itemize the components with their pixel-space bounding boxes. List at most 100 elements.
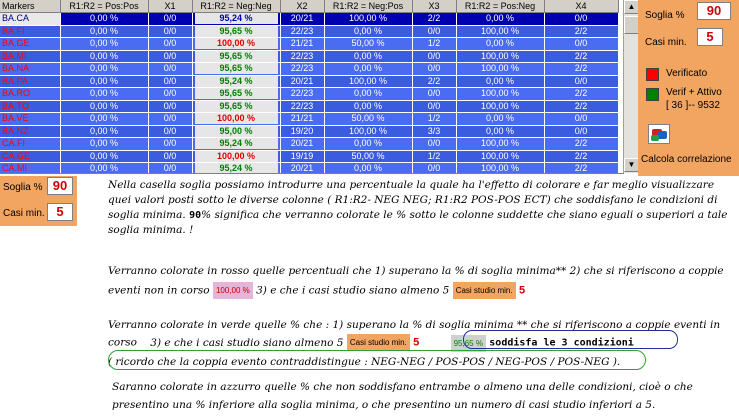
doc-line: eventi non in corso 100,00 % 3) e che i … — [108, 282, 724, 299]
value-cell: 100,00 % — [192, 112, 281, 126]
calcola-correlazione-button[interactable]: Calcola correlazione — [641, 154, 732, 165]
column-header[interactable]: X4 — [544, 0, 619, 13]
value-cell: 2/2 — [544, 87, 619, 101]
doc-line: Nella casella soglia possiamo introdurre… — [108, 179, 715, 191]
value-cell: 95,24 % — [192, 12, 281, 26]
value-cell: 2/2 — [544, 100, 619, 113]
column-header[interactable]: X2 — [280, 0, 325, 13]
table-row[interactable]: BA.PA 0,00 % 0/0 95,24 % 20/21 100,00 % 2/2 0,0… — [0, 75, 619, 88]
value-cell: 20/21 — [280, 75, 325, 88]
column-header[interactable]: R1:R2 = Neg:Neg — [192, 0, 281, 13]
doc-soglia-value: 90 — [189, 210, 202, 221]
value-cell: 0,00 % — [60, 50, 149, 63]
highlighted-percent: 100,00 % — [194, 113, 278, 125]
doc-text: corso — [108, 336, 137, 349]
value-cell: 100,00 % — [324, 125, 413, 138]
column-header[interactable]: Markers — [0, 0, 61, 13]
table-row[interactable]: BA.TO 0,00 % 0/0 95,65 % 22/23 0,00 % 0/0 100,0… — [0, 100, 619, 113]
value-cell: 20/21 — [280, 137, 325, 151]
value-cell: 2/2 — [544, 25, 619, 38]
results-grid[interactable]: Markers R1:R2 = Pos:Pos X1 R1:R2 = Neg:Neg X… — [0, 0, 624, 174]
value-cell: 22/23 — [280, 87, 325, 101]
table-row[interactable]: BA.GE 0,00 % 0/0 100,00 % 21/21 50,00 % 1/2 0,0… — [0, 37, 619, 51]
highlighted-percent: 95,24 % — [194, 138, 278, 150]
value-cell: 0,00 % — [60, 25, 149, 38]
value-cell: 0/0 — [412, 87, 457, 101]
value-cell: 95,65 % — [192, 50, 281, 63]
table-row[interactable]: CA.MI 0,00 % 0/0 95,24 % 20/21 0,00 % 0/0 100,0… — [0, 162, 619, 173]
value-cell: 0/0 — [148, 87, 193, 101]
scroll-up-arrow-icon[interactable]: ▲ — [624, 0, 639, 14]
marker-cell: BA.GE — [0, 37, 61, 51]
marker-cell: BA.FI — [0, 25, 61, 38]
table-row[interactable]: CA.FI 0,00 % 0/0 95,24 % 20/21 0,00 % 0/0 100,0… — [0, 137, 619, 151]
value-cell: 0,00 % — [60, 137, 149, 151]
soglia-input-copy: 90 — [47, 177, 73, 195]
scroll-thumb[interactable] — [624, 16, 639, 34]
value-cell: 0/0 — [148, 150, 193, 163]
column-header[interactable]: X1 — [148, 0, 193, 13]
value-cell: 95,65 % — [192, 62, 281, 76]
table-row[interactable]: CA.GE 0,00 % 0/0 100,00 % 19/19 50,00 % 1/2 100… — [0, 150, 619, 163]
doc-line: Verranno colorate in rosso quelle percen… — [108, 265, 724, 277]
header-row: Markers R1:R2 = Pos:Pos X1 R1:R2 = Neg:Neg X… — [0, 0, 619, 13]
table-row[interactable]: BA.MI 0,00 % 0/0 95,65 % 22/23 0,00 % 0/0 100,0… — [0, 50, 619, 63]
column-header[interactable]: R1:R2 = Pos:Neg — [456, 0, 545, 13]
value-cell: 2/2 — [412, 75, 457, 88]
value-cell: 0,00 % — [324, 162, 413, 173]
table-row[interactable]: BA.CA 0,00 % 0/0 95,24 % 20/21 100,00 % 2/2 0,0… — [0, 12, 619, 26]
value-cell: 0/0 — [148, 12, 193, 26]
value-cell: 0/0 — [148, 112, 193, 126]
red-percent-sample: 100,00 % — [212, 282, 253, 299]
value-cell: 0/0 — [412, 137, 457, 151]
value-cell: 2/2 — [544, 62, 619, 76]
value-cell: 0,00 % — [60, 150, 149, 163]
value-cell: 0/0 — [148, 37, 193, 51]
value-cell: 1/2 — [412, 112, 457, 126]
casi-min-label-copy: Casi min. — [3, 208, 45, 219]
correlation-icon[interactable] — [648, 124, 670, 144]
count-label: [ 36 ]-- 9532 — [666, 100, 720, 111]
green-highlight-oval — [108, 350, 646, 370]
value-cell: 0/0 — [148, 125, 193, 138]
value-cell: 22/23 — [280, 25, 325, 38]
value-cell: 0,00 % — [456, 112, 545, 126]
table-row[interactable]: BA.VE 0,00 % 0/0 100,00 % 21/21 50,00 % 1/2 0,0… — [0, 112, 619, 126]
column-header[interactable]: R1:R2 = Neg:Pos — [324, 0, 413, 13]
doc-line: quei valori posti sotto le diverse colon… — [108, 194, 718, 206]
table-row[interactable]: BA.RO 0,00 % 0/0 95,65 % 22/23 0,00 % 0/0 100,0… — [0, 87, 619, 101]
value-cell: 19/20 — [280, 125, 325, 138]
table-row[interactable]: BA.NZ 0,00 % 0/0 95,00 % 19/20 100,00 % 3/3 0,0… — [0, 125, 619, 138]
value-cell: 95,24 % — [192, 162, 281, 173]
column-header[interactable]: R1:R2 = Pos:Pos — [60, 0, 149, 13]
table-row[interactable]: BA.FI 0,00 % 0/0 95,65 % 22/23 0,00 % 0/0 100,0… — [0, 25, 619, 38]
value-cell: 0,00 % — [456, 75, 545, 88]
doc-text: % significa che verranno colorate le % s… — [201, 209, 728, 221]
casi-min-input-copy: 5 — [47, 203, 73, 221]
value-cell: 100,00 % — [456, 50, 545, 63]
highlighted-percent: 95,65 % — [194, 50, 278, 62]
value-cell: 21/21 — [280, 37, 325, 51]
highlighted-percent: 100,00 % — [194, 38, 278, 50]
value-cell: 22/23 — [280, 100, 325, 113]
value-cell: 100,00 % — [324, 75, 413, 88]
value-cell: 0,00 % — [456, 37, 545, 51]
column-header[interactable]: X3 — [412, 0, 457, 13]
vertical-scrollbar[interactable]: ▲ ▼ — [623, 0, 639, 173]
soglia-label-copy: Soglia % — [3, 182, 43, 193]
casi-studio-sample: Casi studio min. — [452, 282, 516, 299]
value-cell: 0,00 % — [324, 137, 413, 151]
doc-paragraph-1: Nella casella soglia possiamo introdurre… — [108, 178, 727, 238]
value-cell: 20/21 — [280, 162, 325, 173]
value-cell: 0,00 % — [60, 100, 149, 113]
value-cell: 100,00 % — [192, 37, 281, 51]
doc-text: 3) e che i casi studio siano almeno 5 — [256, 284, 450, 297]
value-cell: 0,00 % — [456, 125, 545, 138]
value-cell: 0,00 % — [60, 112, 149, 126]
casi-value-sample: 5 — [413, 336, 420, 349]
casi-min-input[interactable]: 5 — [697, 28, 723, 46]
table-row[interactable]: BA.NA 0,00 % 0/0 95,65 % 22/23 0,00 % 0/0 100,0… — [0, 62, 619, 76]
soglia-input[interactable]: 90 — [697, 2, 731, 20]
casi-min-label: Casi min. — [645, 37, 687, 48]
scroll-down-arrow-icon[interactable]: ▼ — [624, 158, 639, 172]
